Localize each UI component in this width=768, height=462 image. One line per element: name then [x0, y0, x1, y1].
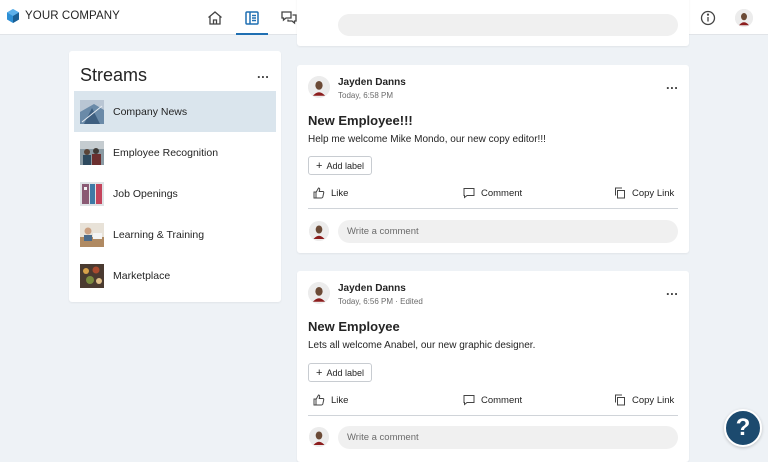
- comment-icon: [463, 395, 475, 406]
- like-button[interactable]: Like: [313, 394, 348, 406]
- info-button[interactable]: [692, 0, 724, 35]
- streams-icon: [245, 10, 259, 25]
- current-user-avatar: [309, 221, 329, 241]
- comment-button[interactable]: Comment: [463, 187, 522, 199]
- divider: [308, 208, 678, 209]
- divider: [308, 415, 678, 416]
- brand-name: YOUR COMPANY: [25, 10, 120, 22]
- plus-icon: +: [316, 366, 323, 379]
- job-openings-thumb: [80, 181, 104, 206]
- stream-label: Company News: [113, 105, 188, 118]
- post-card-partial: [297, 0, 689, 46]
- post-card: Jayden Danns Today, 6:56 PM · Edited ...…: [297, 271, 689, 462]
- post-author[interactable]: Jayden Danns: [338, 77, 406, 88]
- post-body: Lets all welcome Anabel, our new graphic…: [308, 340, 536, 351]
- copy-icon: [615, 394, 625, 406]
- company-news-thumb: [80, 99, 104, 124]
- nav-streams-button[interactable]: [236, 0, 268, 35]
- post-timestamp: Today, 6:58 PM: [338, 91, 393, 100]
- copy-link-label: Copy Link: [632, 394, 675, 406]
- streams-panel: Streams ... Company News Employee Recogn…: [69, 51, 281, 302]
- post-menu-button[interactable]: ...: [666, 284, 678, 297]
- stream-item-employee-recognition[interactable]: Employee Recognition: [74, 132, 276, 173]
- copy-icon: [615, 187, 625, 199]
- learning-training-thumb: [80, 222, 104, 247]
- comment-input[interactable]: [338, 426, 678, 449]
- stream-label: Job Openings: [113, 187, 178, 200]
- post-timestamp: Today, 6:56 PM · Edited: [338, 297, 423, 306]
- comment-input[interactable]: [338, 220, 678, 243]
- current-user-avatar: [309, 427, 329, 447]
- help-question-icon: ?: [735, 414, 751, 441]
- info-icon: [700, 10, 716, 25]
- post-title: New Employee!!!: [308, 113, 413, 128]
- add-label-button[interactable]: + Add label: [308, 363, 372, 382]
- comment-icon: [463, 188, 475, 199]
- help-button[interactable]: ?: [724, 409, 762, 447]
- comment-button[interactable]: Comment: [463, 394, 522, 406]
- stream-label: Employee Recognition: [113, 146, 219, 159]
- employee-recognition-thumb: [80, 140, 104, 165]
- post-title: New Employee: [308, 319, 400, 334]
- author-avatar: [308, 76, 330, 98]
- stream-label: Learning & Training: [113, 228, 205, 241]
- home-icon: [208, 10, 222, 25]
- stream-item-learning-training[interactable]: Learning & Training: [74, 214, 276, 255]
- like-button[interactable]: Like: [313, 187, 348, 199]
- add-label-text: Add label: [326, 367, 364, 378]
- chat-icon: [281, 10, 297, 24]
- post-author[interactable]: Jayden Danns: [338, 283, 406, 294]
- stream-label: Marketplace: [113, 269, 171, 282]
- streams-title: Streams: [80, 65, 148, 85]
- plus-icon: +: [316, 159, 323, 172]
- copy-link-button[interactable]: Copy Link: [614, 187, 674, 199]
- user-avatar: [735, 8, 753, 27]
- marketplace-thumb: [80, 263, 104, 288]
- like-label: Like: [331, 394, 349, 406]
- profile-button[interactable]: [728, 0, 760, 35]
- brand[interactable]: YOUR COMPANY: [6, 9, 120, 23]
- nav-home-button[interactable]: [199, 0, 231, 35]
- author-avatar: [308, 282, 330, 304]
- add-label-button[interactable]: + Add label: [308, 156, 372, 175]
- streams-menu-button[interactable]: ...: [257, 67, 269, 80]
- like-label: Like: [331, 187, 349, 199]
- comment-input-partial[interactable]: [338, 14, 678, 36]
- thumbs-up-icon: [313, 394, 325, 406]
- company-logo-icon: [7, 9, 19, 23]
- post-menu-button[interactable]: ...: [666, 78, 678, 91]
- add-label-text: Add label: [326, 160, 364, 171]
- post-body: Help me welcome Mike Mondo, our new copy…: [308, 134, 546, 145]
- comment-label: Comment: [481, 187, 523, 199]
- copy-link-button[interactable]: Copy Link: [614, 394, 674, 406]
- copy-link-label: Copy Link: [632, 187, 675, 199]
- comment-label: Comment: [481, 394, 523, 406]
- post-card: Jayden Danns Today, 6:58 PM ... New Empl…: [297, 65, 689, 253]
- stream-item-marketplace[interactable]: Marketplace: [74, 255, 276, 296]
- stream-item-company-news[interactable]: Company News: [74, 91, 276, 132]
- thumbs-up-icon: [313, 187, 325, 199]
- stream-item-job-openings[interactable]: Job Openings: [74, 173, 276, 214]
